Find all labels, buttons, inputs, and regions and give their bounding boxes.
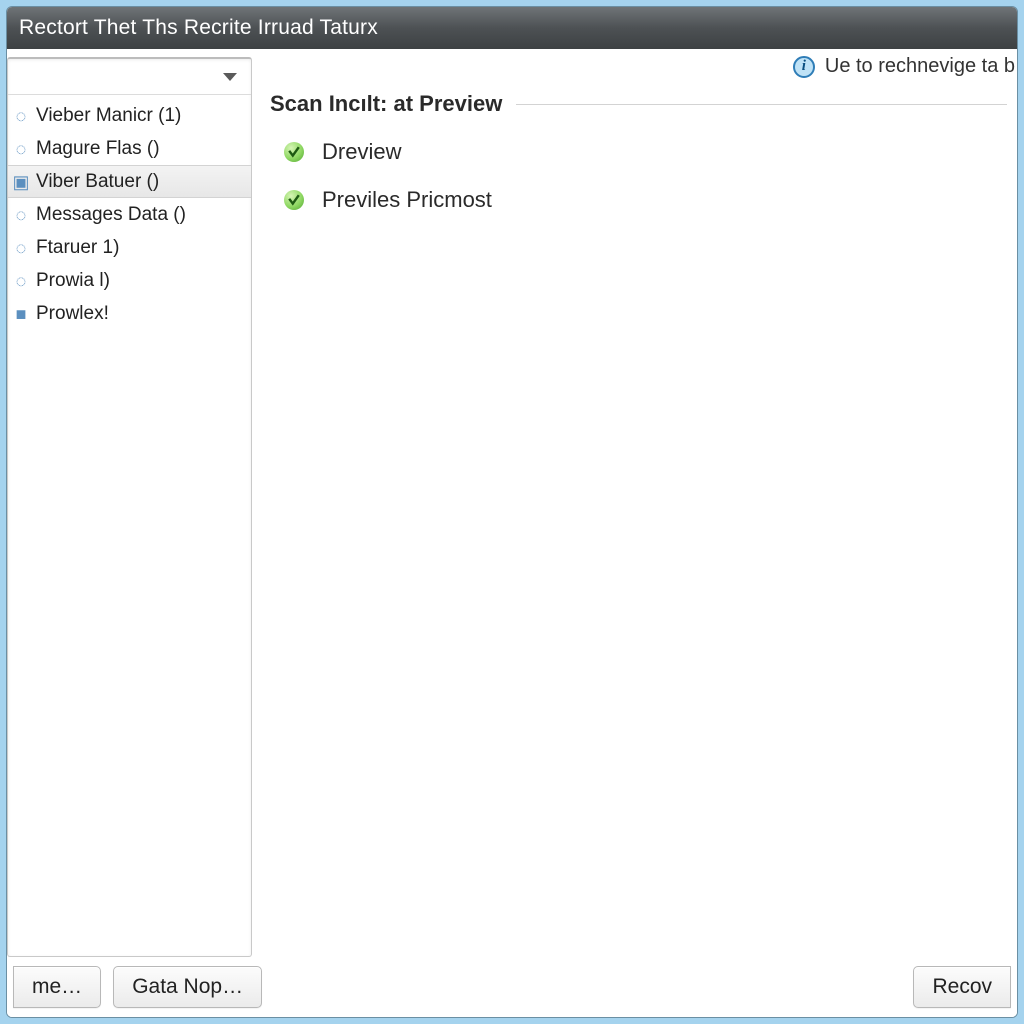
category-dropdown[interactable] bbox=[8, 59, 251, 95]
check-icon bbox=[284, 190, 304, 210]
result-item-1[interactable]: Previles Pricmost bbox=[284, 187, 1007, 213]
sidebar-item-label: Prowlex! bbox=[36, 303, 109, 325]
sidebar-item-1[interactable]: ◌ Magure Flas () bbox=[8, 132, 251, 165]
sidebar-item-label: Prowia l) bbox=[36, 270, 110, 292]
result-item-0[interactable]: Dreview bbox=[284, 139, 1007, 165]
chevron-down-icon bbox=[223, 73, 237, 81]
footer-button-1[interactable]: me… bbox=[13, 966, 101, 1008]
sidebar-item-icon: ◌ bbox=[12, 107, 30, 125]
sidebar-item-icon: ■ bbox=[12, 305, 30, 323]
sidebar-item-icon: ◌ bbox=[12, 206, 30, 224]
recover-button[interactable]: Recov bbox=[913, 966, 1011, 1008]
sidebar-item-label: Vieber Manicr (1) bbox=[36, 105, 181, 127]
window-title: Rectort Thet Ths Recrite Irruad Taturx bbox=[19, 16, 378, 40]
hint-bar: i Ue to rechnevige ta b bbox=[793, 55, 1015, 78]
hint-text: Ue to rechnevige ta b bbox=[825, 55, 1015, 78]
result-list: Dreview Previles Pricmost bbox=[270, 139, 1007, 213]
sidebar-item-label: Viber Batuer () bbox=[36, 171, 159, 193]
sidebar-item-5[interactable]: ◌ Prowia l) bbox=[8, 264, 251, 297]
client-area: ◌ Vieber Manicr (1) ◌ Magure Flas () ▣ Viber … bbox=[7, 49, 1017, 1017]
sidebar-item-label: Magure Flas () bbox=[36, 138, 160, 160]
main-split: ◌ Vieber Manicr (1) ◌ Magure Flas () ▣ Viber … bbox=[7, 49, 1017, 957]
sidebar-item-icon: ◌ bbox=[12, 140, 30, 158]
footer-button-2[interactable]: Gata Nop… bbox=[113, 966, 262, 1008]
sidebar-item-6[interactable]: ■ Prowlex! bbox=[8, 297, 251, 330]
sidebar-item-0[interactable]: ◌ Vieber Manicr (1) bbox=[8, 99, 251, 132]
sidebar-item-icon: ◌ bbox=[12, 272, 30, 290]
sidebar-panel: ◌ Vieber Manicr (1) ◌ Magure Flas () ▣ Viber … bbox=[7, 57, 252, 957]
sidebar-item-icon: ▣ bbox=[12, 173, 30, 191]
sidebar-item-4[interactable]: ◌ Ftaruer 1) bbox=[8, 231, 251, 264]
section-title: Scan Incılt: at Preview bbox=[270, 91, 502, 117]
info-icon: i bbox=[793, 56, 815, 78]
sidebar-item-icon: ◌ bbox=[12, 239, 30, 257]
app-window: Rectort Thet Ths Recrite Irruad Taturx ◌… bbox=[6, 6, 1018, 1018]
result-item-label: Dreview bbox=[322, 139, 401, 165]
sidebar-item-3[interactable]: ◌ Messages Data () bbox=[8, 198, 251, 231]
check-icon bbox=[284, 142, 304, 162]
content-pane: i Ue to rechnevige ta b Scan Incılt: at … bbox=[252, 49, 1017, 957]
result-item-label: Previles Pricmost bbox=[322, 187, 492, 213]
sidebar-item-2[interactable]: ▣ Viber Batuer () bbox=[8, 165, 251, 198]
section-header: Scan Incılt: at Preview bbox=[270, 91, 1007, 117]
category-tree: ◌ Vieber Manicr (1) ◌ Magure Flas () ▣ Viber … bbox=[8, 95, 251, 334]
footer-bar: me… Gata Nop… Recov bbox=[7, 957, 1017, 1017]
sidebar-item-label: Ftaruer 1) bbox=[36, 237, 119, 259]
sidebar-item-label: Messages Data () bbox=[36, 204, 186, 226]
section-divider bbox=[516, 104, 1007, 105]
titlebar: Rectort Thet Ths Recrite Irruad Taturx bbox=[7, 7, 1017, 49]
